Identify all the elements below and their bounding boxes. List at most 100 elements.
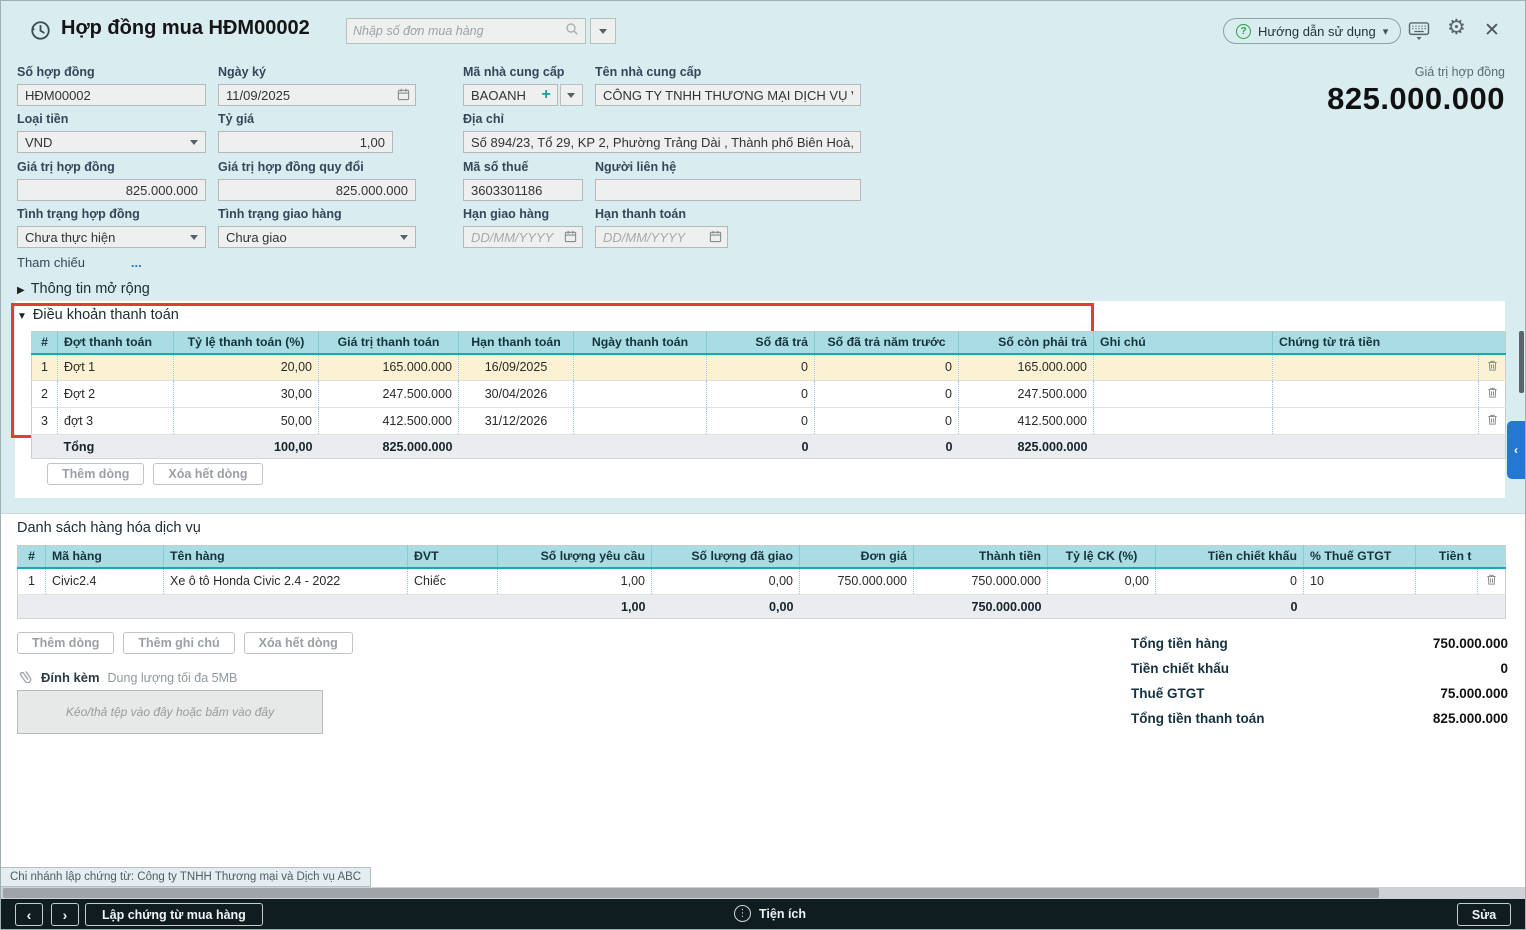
title-bar: Hợp đồng mua HĐM00002 ? Hướng dẫn sử dụn… bbox=[1, 1, 1526, 59]
payment-total-percent: 100,00 bbox=[174, 435, 319, 459]
supplier-code-label: Mã nhà cung cấp bbox=[463, 65, 583, 80]
currency-label: Loại tiền bbox=[17, 112, 206, 127]
delete-row-icon[interactable] bbox=[1486, 413, 1499, 429]
attachment-hint: Dung lượng tối đa 5MB bbox=[108, 671, 238, 685]
chevron-down-icon bbox=[190, 140, 198, 145]
reference-label: Tham chiếu bbox=[17, 255, 85, 270]
help-button[interactable]: ? Hướng dẫn sử dụng ▾ bbox=[1223, 18, 1401, 44]
calendar-icon[interactable] bbox=[397, 88, 410, 106]
contract-value-input[interactable] bbox=[17, 179, 206, 201]
sign-date-input[interactable] bbox=[218, 84, 416, 106]
address-input[interactable] bbox=[463, 131, 861, 153]
payment-total-paid-prev: 0 bbox=[815, 435, 959, 459]
horizontal-scrollbar[interactable] bbox=[1, 887, 1526, 899]
calendar-icon[interactable] bbox=[709, 230, 722, 248]
edit-button[interactable]: Sửa bbox=[1457, 903, 1511, 926]
gear-icon[interactable]: ⚙ bbox=[1447, 18, 1466, 38]
tax-code-input[interactable] bbox=[463, 179, 583, 201]
close-icon[interactable]: ✕ bbox=[1484, 21, 1500, 40]
calendar-icon[interactable] bbox=[564, 230, 577, 248]
delete-row-icon[interactable] bbox=[1485, 573, 1498, 589]
delivery-status-select[interactable]: Chưa giao bbox=[218, 226, 416, 248]
scrollbar-thumb[interactable] bbox=[3, 888, 1379, 898]
vertical-scrollbar-thumb[interactable] bbox=[1519, 331, 1524, 393]
total-vat-label: Thuế GTGT bbox=[1131, 686, 1205, 701]
contract-status-label: Tình trạng hợp đồng bbox=[17, 207, 206, 222]
delete-row-icon[interactable] bbox=[1486, 386, 1499, 402]
payment-add-row-button[interactable]: Thêm dòng bbox=[47, 463, 144, 485]
goods-add-row-button[interactable]: Thêm dòng bbox=[17, 632, 114, 654]
currency-select[interactable]: VND bbox=[17, 131, 206, 153]
reference-link[interactable]: ... bbox=[131, 255, 142, 270]
supplier-dropdown-button[interactable] bbox=[560, 84, 583, 106]
purchase-contract-window: Hợp đồng mua HĐM00002 ? Hướng dẫn sử dụn… bbox=[0, 0, 1526, 930]
goods-add-note-button[interactable]: Thêm ghi chú bbox=[123, 632, 234, 654]
total-payment-value: 825.000.000 bbox=[1433, 711, 1508, 726]
payment-delete-all-button[interactable]: Xóa hết dòng bbox=[153, 463, 262, 485]
contract-status-value: Chưa thực hiện bbox=[25, 230, 115, 245]
goods-delete-all-button[interactable]: Xóa hết dòng bbox=[244, 632, 353, 654]
contract-number-label: Số hợp đồng bbox=[17, 65, 206, 80]
col-item-code: Mã hàng bbox=[46, 546, 164, 568]
goods-table: # Mã hàng Tên hàng ĐVT Số lượng yêu cầu … bbox=[17, 545, 1506, 619]
paperclip-icon bbox=[17, 667, 33, 688]
payment-terms-table: # Đợt thanh toán Tỷ lệ thanh toán (%) Gi… bbox=[31, 331, 1506, 459]
section-payment-terms[interactable]: ▼ Điều khoản thanh toán bbox=[17, 307, 179, 323]
goods-total-qty-delivered: 0,00 bbox=[652, 595, 800, 619]
order-search-box[interactable] bbox=[346, 18, 586, 44]
expanded-arrow-icon: ▼ bbox=[17, 311, 27, 322]
create-purchase-document-button[interactable]: Lập chứng từ mua hàng bbox=[85, 903, 263, 926]
contract-value-display-label: Giá trị hợp đồng bbox=[1415, 65, 1505, 79]
col-index: # bbox=[18, 546, 46, 568]
help-label: Hướng dẫn sử dụng bbox=[1258, 24, 1376, 39]
col-paid: Số đã trả bbox=[707, 332, 815, 354]
goods-header-row: # Mã hàng Tên hàng ĐVT Số lượng yêu cầu … bbox=[18, 546, 1506, 568]
payment-row-3[interactable]: 3 đợt 3 50,00 412.500.000 31/12/2026 0 0… bbox=[32, 408, 1506, 435]
goods-total-qty-requested: 1,00 bbox=[498, 595, 652, 619]
contract-status-select[interactable]: Chưa thực hiện bbox=[17, 226, 206, 248]
supplier-code-input[interactable]: BAOANH + bbox=[463, 84, 558, 106]
total-goods-value: 750.000.000 bbox=[1433, 636, 1508, 651]
goods-row-1[interactable]: 1 Civic2.4 Xe ô tô Honda Civic 2.4 - 202… bbox=[18, 568, 1506, 595]
total-goods-label: Tổng tiền hàng bbox=[1131, 636, 1228, 651]
search-icon bbox=[565, 22, 579, 41]
goods-total-amount: 750.000.000 bbox=[914, 595, 1048, 619]
section-payment-terms-label: Điều khoản thanh toán bbox=[33, 307, 179, 323]
exchange-rate-input[interactable] bbox=[218, 131, 393, 153]
payment-row-1[interactable]: 1 Đợt 1 20,00 165.000.000 16/09/2025 0 0… bbox=[32, 354, 1506, 381]
payment-row-2[interactable]: 2 Đợt 2 30,00 247.500.000 30/04/2026 0 0… bbox=[32, 381, 1506, 408]
col-remaining: Số còn phải trả bbox=[959, 332, 1094, 354]
prev-record-button[interactable]: ‹ bbox=[15, 903, 43, 926]
col-paid-previous-year: Số đã trả năm trước bbox=[815, 332, 959, 354]
file-dropzone[interactable]: Kéo/thả tệp vào đây hoặc bấm vào đây bbox=[17, 690, 323, 734]
payment-total-remaining: 825.000.000 bbox=[959, 435, 1094, 459]
delivery-status-label: Tình trạng giao hàng bbox=[218, 207, 416, 222]
col-qty-requested: Số lượng yêu cầu bbox=[498, 546, 652, 568]
col-actions bbox=[1478, 546, 1506, 568]
col-actions bbox=[1479, 332, 1506, 354]
supplier-name-input[interactable] bbox=[595, 84, 861, 106]
col-unit: ĐVT bbox=[408, 546, 498, 568]
search-dropdown-button[interactable] bbox=[590, 18, 616, 44]
search-input[interactable] bbox=[353, 24, 565, 38]
delete-row-icon[interactable] bbox=[1486, 359, 1499, 375]
col-discount-amount: Tiền chiết khấu bbox=[1156, 546, 1304, 568]
section-extended-info[interactable]: ▶Thông tin mở rộng bbox=[17, 281, 150, 297]
tax-code-label: Mã số thuế bbox=[463, 160, 583, 175]
col-amount: Giá trị thanh toán bbox=[319, 332, 459, 354]
utilities-button[interactable]: ⋮ Tiện ích bbox=[734, 905, 806, 922]
keyboard-shortcut-icon[interactable] bbox=[1408, 22, 1430, 46]
col-unit-price: Đơn giá bbox=[800, 546, 914, 568]
next-record-button[interactable]: › bbox=[51, 903, 79, 926]
contact-person-input[interactable] bbox=[595, 179, 861, 201]
col-payment-date: Ngày thanh toán bbox=[574, 332, 707, 354]
history-icon bbox=[29, 19, 52, 47]
contract-value-label: Giá trị hợp đồng bbox=[17, 160, 206, 175]
converted-value-input[interactable] bbox=[218, 179, 416, 201]
side-panel-toggle[interactable]: ‹ bbox=[1507, 421, 1525, 479]
contract-number-input[interactable] bbox=[17, 84, 206, 106]
col-note: Ghi chú bbox=[1094, 332, 1273, 354]
add-supplier-icon[interactable]: + bbox=[542, 86, 551, 104]
section-goods-list: Danh sách hàng hóa dịch vụ bbox=[17, 520, 201, 536]
payment-total-paid: 0 bbox=[707, 435, 815, 459]
